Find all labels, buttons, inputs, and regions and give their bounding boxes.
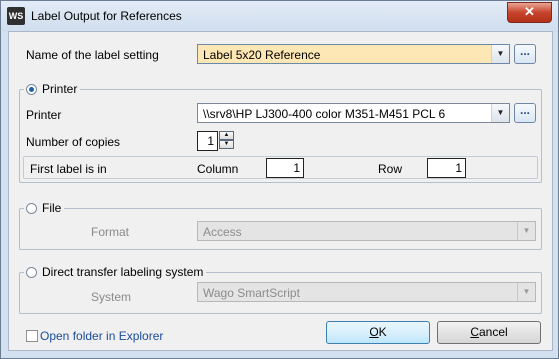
printer-radio[interactable]: Printer [24, 82, 81, 96]
label-setting-label: Name of the label setting [26, 48, 159, 62]
chevron-down-icon[interactable]: ▼ [491, 104, 509, 122]
printer-value: \\srv8\HP LJ300-400 color M351-M451 PCL … [203, 107, 446, 121]
cancel-button[interactable]: Cancel [437, 321, 541, 344]
chevron-down-icon[interactable]: ▼ [517, 283, 535, 301]
file-radio[interactable]: File [24, 201, 65, 215]
column-input[interactable]: 1 [266, 158, 304, 178]
cancel-label-rest: ancel [478, 325, 508, 339]
window-title: Label Output for References [31, 9, 182, 23]
row-input[interactable]: 1 [427, 158, 466, 178]
label-setting-combo[interactable]: Label 5x20 Reference ▼ [197, 44, 510, 64]
spin-up-icon[interactable]: ▲ [219, 131, 234, 140]
app-logo-icon: WS [7, 7, 25, 25]
format-combo[interactable]: Access ▼ [197, 221, 536, 241]
chevron-down-icon[interactable]: ▼ [491, 45, 509, 63]
radio-selected-icon[interactable] [26, 84, 37, 95]
label-setting-value: Label 5x20 Reference [203, 48, 321, 62]
first-label-text: First label is in [30, 162, 107, 176]
close-button[interactable]: ✕ [507, 2, 552, 23]
printer-group-title: Printer [42, 82, 78, 96]
system-combo[interactable]: Wago SmartScript ▼ [197, 282, 536, 302]
direct-transfer-radio[interactable]: Direct transfer labeling system [24, 265, 207, 279]
ok-mnemonic: O [369, 325, 379, 339]
dialog-body: Name of the label setting Label 5x20 Ref… [8, 31, 553, 351]
chevron-down-icon[interactable]: ▼ [517, 222, 535, 240]
open-folder-checkbox[interactable] [26, 330, 38, 342]
label-setting-browse-button[interactable]: ... [514, 44, 536, 64]
printer-label: Printer [26, 108, 62, 122]
format-label: Format [91, 225, 130, 239]
system-value: Wago SmartScript [203, 286, 300, 300]
row-label: Row [378, 162, 403, 176]
cancel-mnemonic: C [470, 325, 479, 339]
spin-down-icon[interactable]: ▼ [219, 140, 234, 149]
open-folder-label[interactable]: Open folder in Explorer [40, 329, 163, 343]
title-bar[interactable]: WS Label Output for References ✕ [1, 1, 558, 32]
ok-button[interactable]: OK [326, 321, 430, 344]
dialog-window: WS Label Output for References ✕ Name of… [0, 0, 559, 359]
ok-label-rest: K [378, 325, 387, 339]
radio-unselected-icon[interactable] [26, 203, 37, 214]
printer-browse-button[interactable]: ... [514, 103, 536, 123]
column-label: Column [197, 162, 239, 176]
radio-unselected-icon[interactable] [26, 267, 37, 278]
copies-label: Number of copies [26, 135, 121, 149]
direct-transfer-title: Direct transfer labeling system [42, 265, 204, 279]
printer-combo[interactable]: \\srv8\HP LJ300-400 color M351-M451 PCL … [197, 103, 510, 123]
format-value: Access [203, 225, 242, 239]
system-label: System [91, 290, 132, 304]
file-group-title: File [42, 201, 62, 215]
copies-input[interactable]: 1 [197, 131, 218, 151]
